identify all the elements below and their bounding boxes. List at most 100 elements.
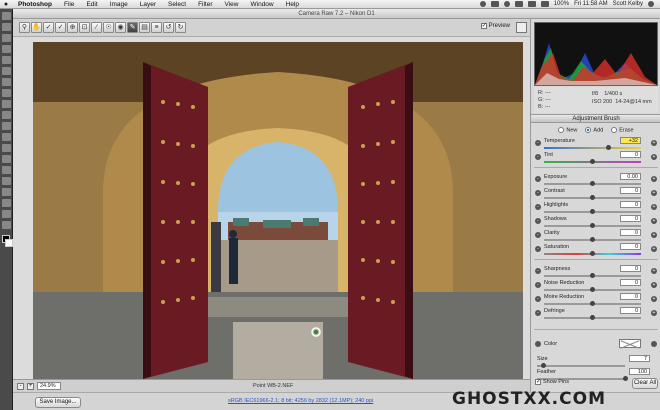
apple-icon[interactable]: ● (0, 1, 12, 8)
decrease-icon[interactable]: - (535, 154, 541, 160)
slider-value[interactable]: +32 (620, 137, 641, 144)
eyedropper-tool-icon[interactable] (2, 67, 11, 75)
slider-thumb[interactable] (590, 159, 595, 164)
slider-value[interactable]: 0 (620, 151, 641, 158)
white-balance-tool-icon[interactable]: ✓ (43, 22, 54, 33)
workflow-options-link[interactable]: sRGB IEC61966-2.1; 8 bit; 4256 by 2832 (… (228, 398, 373, 404)
slider-value[interactable]: 0 (620, 243, 641, 250)
increase-icon[interactable]: + (651, 140, 657, 146)
clear-all-button[interactable]: Clear All (632, 378, 658, 389)
color-swatch[interactable] (619, 339, 641, 348)
slider-value[interactable]: 0 (620, 265, 641, 272)
time-machine-icon[interactable] (503, 1, 510, 7)
zoom-in-button[interactable]: + (27, 382, 34, 390)
dodge-tool-icon[interactable] (2, 155, 11, 163)
rotate-left-icon[interactable]: ↺ (163, 22, 174, 33)
slider-value[interactable]: 0 (620, 187, 641, 194)
slider-value[interactable]: 0.00 (620, 173, 641, 180)
brush-tool-icon[interactable] (2, 89, 11, 97)
slider-value[interactable]: 0 (620, 215, 641, 222)
mode-new[interactable]: New (558, 126, 577, 133)
radio-add[interactable] (585, 126, 592, 133)
history-brush-icon[interactable] (2, 111, 11, 119)
menu-filter[interactable]: Filter (192, 1, 218, 8)
color-plus-icon[interactable] (651, 341, 657, 347)
show-pins-control[interactable]: ✓ Show Pins (535, 379, 569, 385)
menu-user[interactable]: Scott Kelby (613, 1, 643, 7)
slider-value[interactable]: 0 (620, 201, 641, 208)
volume-icon[interactable] (527, 1, 536, 7)
slider-value[interactable]: 0 (620, 293, 641, 300)
battery-icon[interactable] (540, 1, 549, 7)
pen-tool-icon[interactable] (2, 166, 11, 174)
target-adjustment-icon[interactable]: ⊕ (67, 22, 78, 33)
slider-thumb[interactable] (590, 315, 595, 320)
healing-tool-icon[interactable] (2, 78, 11, 86)
brush-value[interactable]: 7 (629, 355, 650, 362)
gradient-tool-icon[interactable] (2, 133, 11, 141)
lasso-tool-icon[interactable] (2, 34, 11, 42)
show-pins-checkbox[interactable]: ✓ (535, 379, 541, 385)
color-minus-icon[interactable] (535, 341, 541, 347)
menu-file[interactable]: File (58, 1, 80, 8)
increase-icon[interactable]: + (651, 296, 657, 302)
hand-tool-icon[interactable]: ✋ (31, 22, 42, 33)
crop-tool-icon[interactable]: ⊡ (79, 22, 90, 33)
mode-erase[interactable]: Erase (611, 126, 634, 133)
wifi-icon[interactable] (514, 1, 523, 7)
red-eye-icon[interactable]: ◉ (115, 22, 126, 33)
fullscreen-toggle-icon[interactable] (516, 22, 527, 33)
radio-erase[interactable] (611, 126, 618, 133)
slider-thumb[interactable] (590, 287, 595, 292)
slider-thumb[interactable] (590, 251, 595, 256)
save-image-button[interactable]: Save Image... (35, 397, 81, 408)
quick-select-tool-icon[interactable] (2, 45, 11, 53)
blur-tool-icon[interactable] (2, 144, 11, 152)
graduated-filter-icon[interactable]: ▤ (139, 22, 150, 33)
increase-icon[interactable]: + (651, 246, 657, 252)
decrease-icon[interactable]: - (535, 190, 541, 196)
slider-thumb[interactable] (590, 209, 595, 214)
straighten-tool-icon[interactable]: ∕ (91, 22, 102, 33)
increase-icon[interactable]: + (651, 154, 657, 160)
increase-icon[interactable]: + (651, 268, 657, 274)
decrease-icon[interactable]: - (535, 268, 541, 274)
radio-new[interactable] (558, 126, 565, 133)
mode-add[interactable]: Add (585, 126, 603, 133)
menu-clock[interactable]: Fri 11:58 AM (574, 1, 608, 7)
increase-icon[interactable]: + (651, 232, 657, 238)
preferences-icon[interactable]: ≡ (151, 22, 162, 33)
eraser-tool-icon[interactable] (2, 122, 11, 130)
background-color-swatch[interactable] (5, 239, 13, 247)
zoom-tool-icon[interactable]: ⚲ (19, 22, 30, 33)
menu-layer[interactable]: Layer (134, 1, 162, 8)
decrease-icon[interactable]: - (535, 204, 541, 210)
decrease-icon[interactable]: - (535, 296, 541, 302)
slider-track[interactable] (544, 147, 641, 149)
menu-photoshop[interactable]: Photoshop (12, 1, 58, 8)
slider-value[interactable]: 0 (620, 307, 641, 314)
brush-thumb[interactable] (622, 376, 628, 381)
decrease-icon[interactable]: - (535, 246, 541, 252)
decrease-icon[interactable]: - (535, 232, 541, 238)
increase-icon[interactable]: + (651, 282, 657, 288)
increase-icon[interactable]: + (651, 310, 657, 316)
increase-icon[interactable]: + (651, 204, 657, 210)
slider-thumb[interactable] (590, 223, 595, 228)
menu-edit[interactable]: Edit (80, 1, 103, 8)
hand-tool-icon[interactable] (2, 210, 11, 218)
crop-tool-icon[interactable] (2, 56, 11, 64)
slider-value[interactable]: 0 (620, 279, 641, 286)
spot-removal-icon[interactable]: ☉ (103, 22, 114, 33)
adjustment-brush-icon[interactable]: ✎ (127, 22, 138, 33)
zoom-out-button[interactable]: - (17, 382, 24, 390)
increase-icon[interactable]: + (651, 218, 657, 224)
decrease-icon[interactable]: - (535, 140, 541, 146)
decrease-icon[interactable]: - (535, 218, 541, 224)
menu-image[interactable]: Image (104, 1, 134, 8)
preview-checkbox[interactable]: ✓ (480, 23, 487, 29)
spotlight-icon[interactable] (648, 1, 654, 7)
brush-track[interactable] (537, 365, 625, 367)
path-select-tool-icon[interactable] (2, 188, 11, 196)
slider-thumb[interactable] (590, 273, 595, 278)
